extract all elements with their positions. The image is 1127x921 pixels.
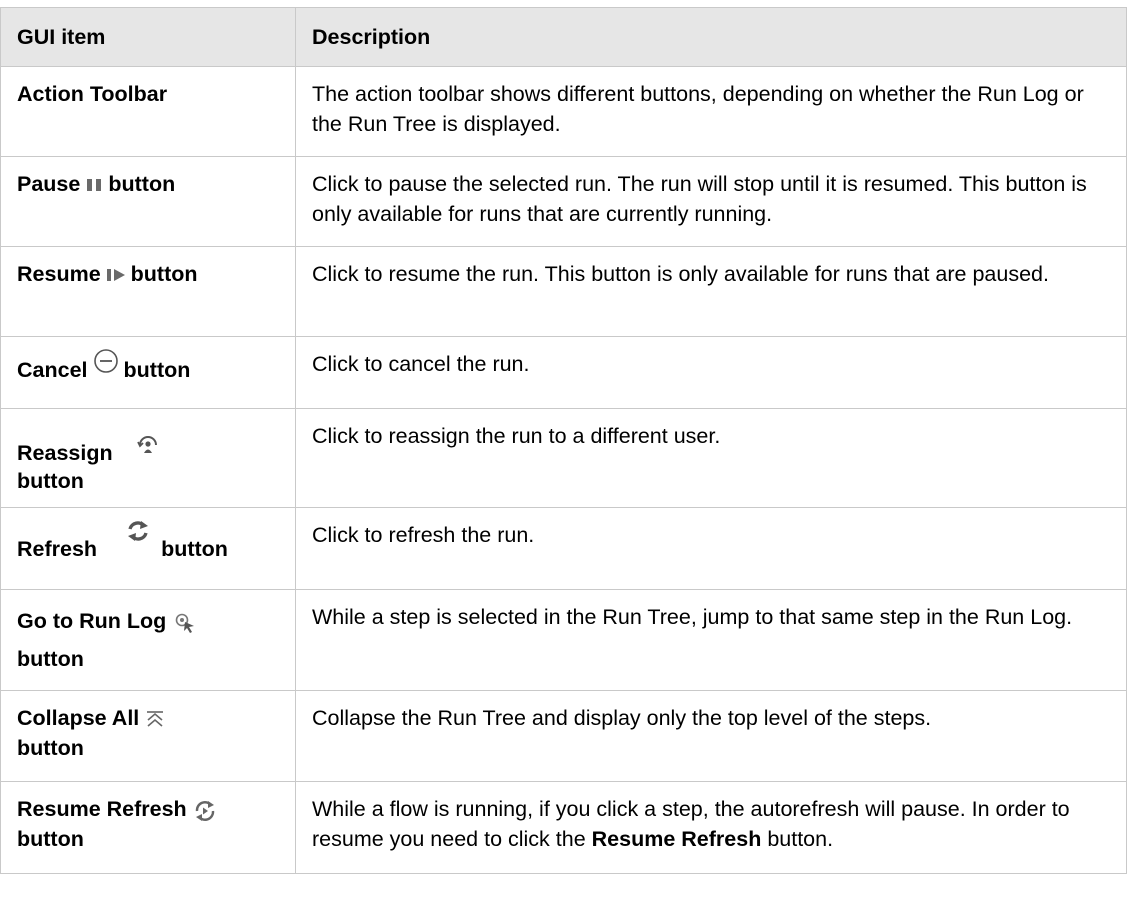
description-cancel-button: Click to cancel the run. <box>295 336 1127 409</box>
description-go-to-run-log-button: While a step is selected in the Run Tree… <box>295 589 1127 692</box>
refresh-icon <box>125 518 151 544</box>
description-reassign-button: Click to reassign the run to a different… <box>295 407 1127 509</box>
table-row: Collapse All button Collapse the Run Tree… <box>0 690 1127 783</box>
item-name: Cancel <box>17 358 88 382</box>
reassign-icon <box>135 431 161 457</box>
pause-icon <box>84 177 104 193</box>
item-suffix: button <box>108 172 176 196</box>
item-suffix: button <box>17 647 84 672</box>
item-suffix: button <box>17 469 84 494</box>
item-name: Go to Run Log <box>17 609 167 634</box>
item-resume-refresh-button: Resume Refresh button <box>0 781 296 875</box>
collapse-all-icon <box>145 710 165 730</box>
item-name: Refresh <box>17 537 98 562</box>
description-text-end: button. <box>761 827 834 852</box>
item-suffix: button <box>17 827 84 852</box>
item-collapse-all-button: Collapse All button <box>0 690 296 783</box>
description-action-toolbar: The action toolbar shows different butto… <box>295 66 1127 157</box>
item-refresh-button: Refresh button <box>0 507 296 591</box>
item-name: Resume Refresh <box>17 797 187 822</box>
cancel-icon <box>92 347 120 375</box>
table-row: Refresh button Click to refresh the run. <box>0 507 1127 591</box>
table-row: Resume button Click to resume the run. Th… <box>0 246 1127 337</box>
header-gui-item: GUI item <box>0 7 296 67</box>
table-row: Resume Refresh button While a flow is run… <box>0 781 1127 875</box>
item-action-toolbar: Action Toolbar <box>0 66 296 157</box>
item-pause-button: Pause button <box>0 156 296 247</box>
gui-items-table: GUI item Description Action Toolbar The … <box>0 7 1127 875</box>
item-name: Resume <box>17 262 101 286</box>
description-bold-text: Resume Refresh <box>591 827 762 852</box>
resume-refresh-icon <box>193 799 217 823</box>
item-reassign-button: Reassign button <box>0 407 296 509</box>
item-cancel-button: Cancel button <box>0 336 296 409</box>
description-resume-button: Click to resume the run. This button is … <box>295 246 1127 337</box>
item-go-to-run-log-button: Go to Run Log button <box>0 589 296 692</box>
table-row: Go to Run Log button While a step is sele… <box>0 589 1127 692</box>
item-suffix: button <box>17 736 84 761</box>
resume-icon <box>105 267 127 283</box>
item-resume-button: Resume button <box>0 246 296 337</box>
item-name: Reassign <box>17 441 113 465</box>
item-name: Pause <box>17 172 81 196</box>
table-row: Cancel button Click to cancel the run. <box>0 336 1127 409</box>
description-collapse-all-button: Collapse the Run Tree and display only t… <box>295 690 1127 783</box>
description-refresh-button: Click to refresh the run. <box>295 507 1127 591</box>
go-to-run-log-icon <box>174 612 196 634</box>
description-resume-refresh-button: While a flow is running, if you click a … <box>295 781 1127 875</box>
item-suffix: button <box>130 262 198 286</box>
item-suffix: button <box>123 358 191 382</box>
table-header-row: GUI item Description <box>0 7 1127 67</box>
item-suffix: button <box>161 537 228 562</box>
header-description: Description <box>295 7 1127 67</box>
table-row: Pause button Click to pause the selected … <box>0 156 1127 247</box>
table-row: Reassign button Click to reassign the run… <box>0 407 1127 509</box>
item-name: Collapse All <box>17 706 140 731</box>
table-row: Action Toolbar The action toolbar shows … <box>0 66 1127 157</box>
description-pause-button: Click to pause the selected run. The run… <box>295 156 1127 247</box>
